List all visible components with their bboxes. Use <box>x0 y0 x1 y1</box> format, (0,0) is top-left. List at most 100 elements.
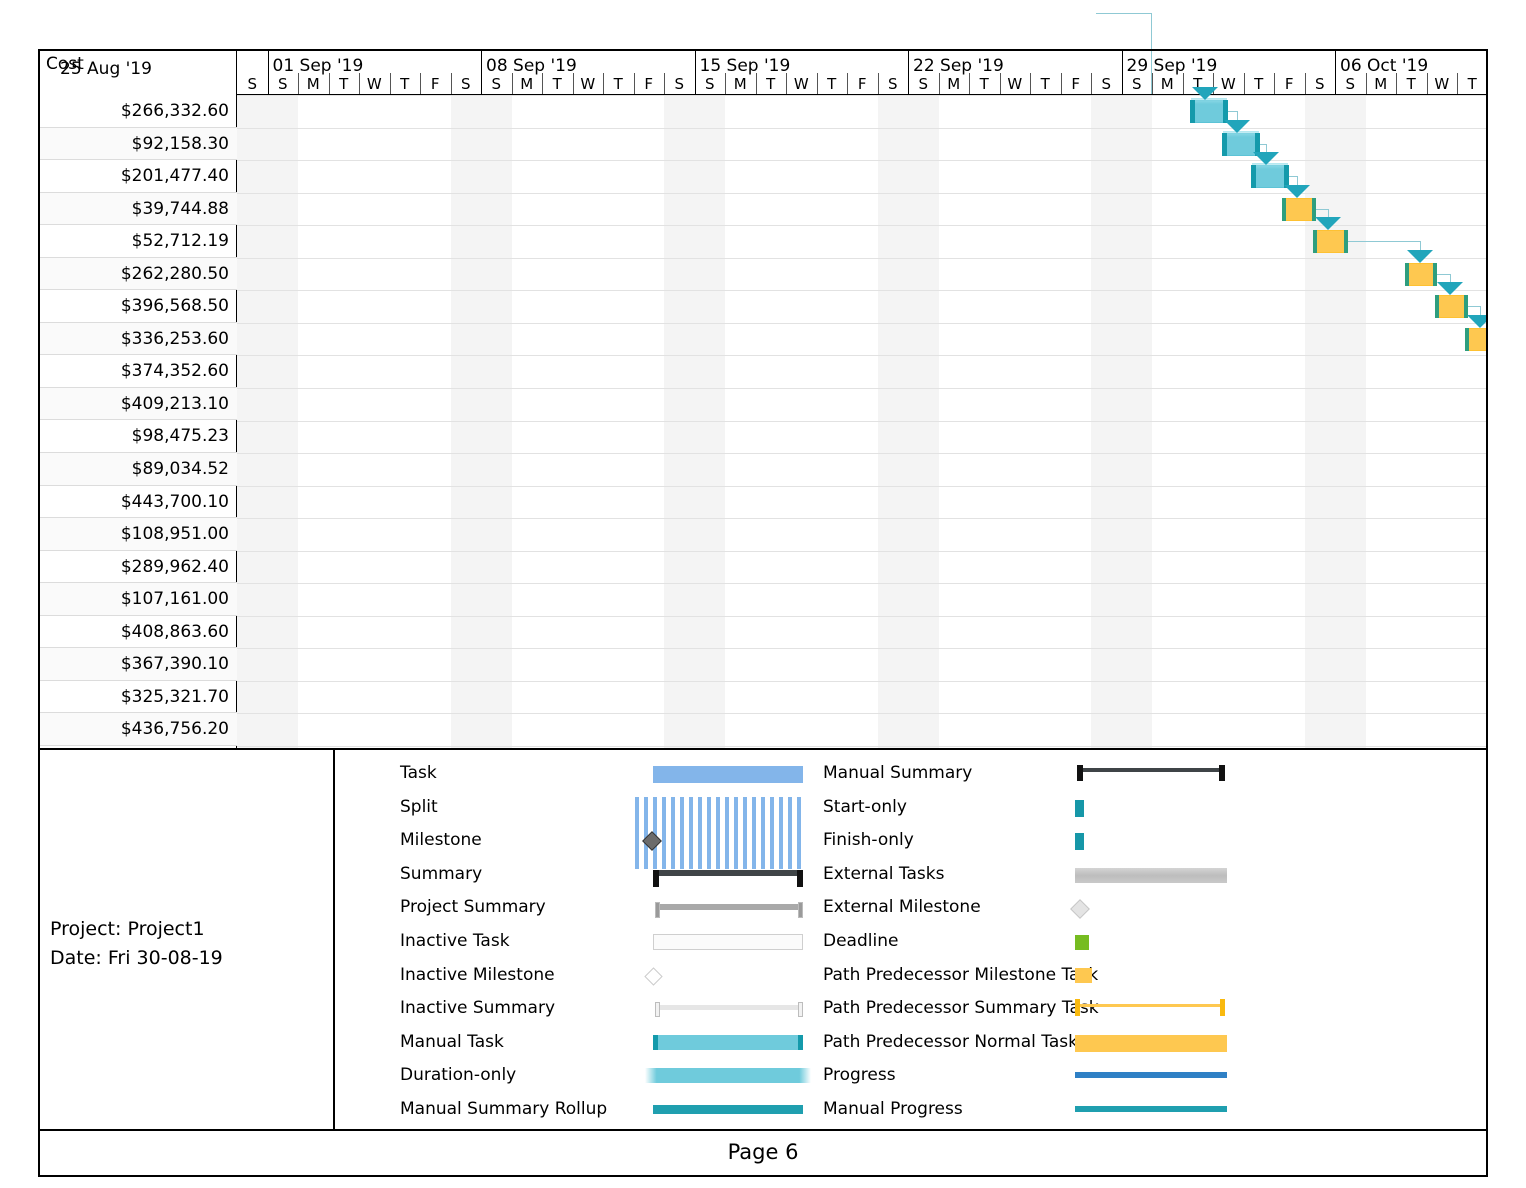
page-number-label: Page 6 <box>727 1140 799 1164</box>
legend-symbol-summary-cap <box>653 869 659 887</box>
legend-symbol-manual-task-cap <box>798 1034 803 1050</box>
grid-row-line <box>237 648 1486 649</box>
cost-row[interactable]: $92,158.30 <box>40 127 237 161</box>
timeline-day-separator <box>816 73 818 95</box>
cost-row[interactable]: $443,700.10 <box>40 486 237 519</box>
gantt-bar-path-predecessor[interactable] <box>1465 327 1486 351</box>
cost-row[interactable]: $408,863.60 <box>40 616 237 649</box>
gantt-bar-path-predecessor[interactable] <box>1282 197 1316 221</box>
link-arrowhead <box>1407 249 1433 263</box>
timeline-day-cell: M <box>1374 75 1388 93</box>
legend-label: External Milestone <box>823 897 981 918</box>
cost-row[interactable]: $374,352.60 <box>40 355 237 388</box>
cost-row[interactable]: $108,951.00 <box>40 518 237 551</box>
link-arrowhead <box>1224 119 1250 133</box>
timeline-day-cell: S <box>247 75 258 93</box>
grid-row-line <box>237 616 1486 617</box>
link-line-vertical <box>1297 176 1298 185</box>
grid-row-line <box>237 551 1486 552</box>
legend-label: Manual Task <box>400 1031 504 1052</box>
grid-row-line <box>237 453 1486 454</box>
timeline-day-cell: T <box>552 75 562 93</box>
link-line-horizontal <box>1348 241 1420 243</box>
legend-label: External Tasks <box>823 863 945 884</box>
legend-label: Inactive Task <box>400 931 510 951</box>
cost-row[interactable]: $396,568.50 <box>40 290 237 323</box>
timeline-day-cell: S <box>704 75 715 93</box>
legend-symbol-manual-task-cap <box>653 1034 658 1050</box>
legend-label: Split <box>400 796 438 817</box>
timeline-day-cell: F <box>1071 75 1081 93</box>
link-line-vertical <box>1237 111 1238 120</box>
timeline-day-cell: T <box>613 75 623 93</box>
legend-label: Project Summary <box>400 897 546 918</box>
legend-symbol-project-summary-cap <box>798 902 803 919</box>
legend-symbol-manual-summary-bar <box>1077 768 1225 772</box>
legend-symbol-deadline-marker <box>1075 935 1089 950</box>
gantt-bar-path-predecessor[interactable] <box>1435 295 1468 319</box>
legend-symbol-manual-task-bar <box>653 1034 803 1050</box>
cost-row[interactable]: $325,321.70 <box>40 681 237 714</box>
cost-row[interactable]: $266,332.60 <box>40 95 237 128</box>
timeline-day-cell: W <box>793 75 809 93</box>
timeline-day-cell: W <box>366 75 382 93</box>
legend-symbol-inactive-summary-cap <box>798 1002 803 1018</box>
cost-row-list: $266,332.60 $92,158.30 $201,477.40 $39,744.… <box>40 95 237 746</box>
timeline-day-cell: W <box>1434 75 1450 93</box>
timeline-day-separator <box>359 73 360 95</box>
legend-label: Path Predecessor Normal Task <box>823 1031 1078 1052</box>
legend-label: Inactive Milestone <box>400 964 555 985</box>
cost-row[interactable]: $201,477.40 <box>40 160 237 193</box>
link-arrowhead <box>1467 314 1486 328</box>
gantt-bar-path-predecessor[interactable] <box>1405 262 1437 286</box>
timeline-day-separator <box>450 73 452 95</box>
page-footer: Page 6 <box>40 1129 1486 1175</box>
link-arrowhead <box>1192 87 1218 100</box>
legend-symbol-manual-progress-line <box>1075 1106 1227 1112</box>
link-arrowhead <box>1284 184 1310 198</box>
timeline-day-cell: F <box>644 75 654 93</box>
cost-column: Cost 25 Aug '19 $266,332.60 $92,158.30 $20… <box>40 51 237 748</box>
cost-row[interactable]: $107,161.00 <box>40 583 237 616</box>
grid-row-line <box>237 290 1486 291</box>
cost-row[interactable]: $52,712.19 <box>40 225 237 258</box>
timeline-day-cell: T <box>1406 75 1416 93</box>
timeline-day-cell: T <box>339 75 349 93</box>
timeline-day-cell: M <box>947 75 961 93</box>
cost-row[interactable]: $89,034.52 <box>40 453 237 486</box>
bar-start-cap <box>1435 295 1439 319</box>
legend-symbol-path-pred-normal-bar <box>1075 1034 1227 1052</box>
bar-start-cap <box>1282 197 1286 221</box>
timeline-day-separator <box>298 73 299 95</box>
cost-row[interactable]: $262,280.50 <box>40 257 237 291</box>
legend-symbol-path-pred-milestone-marker <box>1075 967 1092 983</box>
cost-row[interactable]: $336,253.60 <box>40 322 237 356</box>
bar-start-cap <box>1313 230 1317 254</box>
timeline-day-separator <box>1396 73 1397 95</box>
timeline-area: S 01 Sep '19 S M T W T F S 08 Sep '19 S M T W T F S 15 Se… <box>237 51 1486 748</box>
legend-symbol-inactive-summary-bar <box>655 1005 803 1011</box>
timeline-day-separator <box>1152 73 1153 95</box>
cost-row[interactable]: $289,962.40 <box>40 551 237 584</box>
legend-symbol-inactive-summary-cap <box>655 1002 660 1018</box>
gantt-bar-path-predecessor[interactable] <box>1313 230 1348 254</box>
timeline-day-separator <box>420 73 421 95</box>
timeline-day-separator <box>572 73 574 95</box>
cost-row[interactable]: $436,756.20 <box>40 713 237 746</box>
gantt-bar-manual-task[interactable] <box>1190 98 1228 123</box>
project-info-text: Project: Project1 Date: Fri 30-08-19 <box>50 915 223 973</box>
grid-row-line <box>237 258 1486 259</box>
link-line-horizontal <box>1228 111 1237 112</box>
cost-row[interactable]: $409,213.10 <box>40 387 237 421</box>
cost-row[interactable]: $98,475.23 <box>40 420 237 454</box>
grid-row-line <box>237 95 1486 96</box>
legend-label: Finish-only <box>823 830 914 851</box>
cost-row[interactable]: $39,744.88 <box>40 192 237 226</box>
timeline-day-cell: M <box>306 75 320 93</box>
grid-row-line <box>237 486 1486 487</box>
gantt-chart-region: Cost 25 Aug '19 $266,332.60 $92,158.30 $20… <box>40 51 1486 748</box>
legend-label: Path Predecessor Milestone Task <box>823 964 1099 985</box>
cost-row[interactable]: $367,390.10 <box>40 648 237 681</box>
legend-region: Project: Project1 Date: Fri 30-08-19 Tas… <box>40 748 1486 1129</box>
timeline-day-cell: S <box>1131 75 1142 93</box>
